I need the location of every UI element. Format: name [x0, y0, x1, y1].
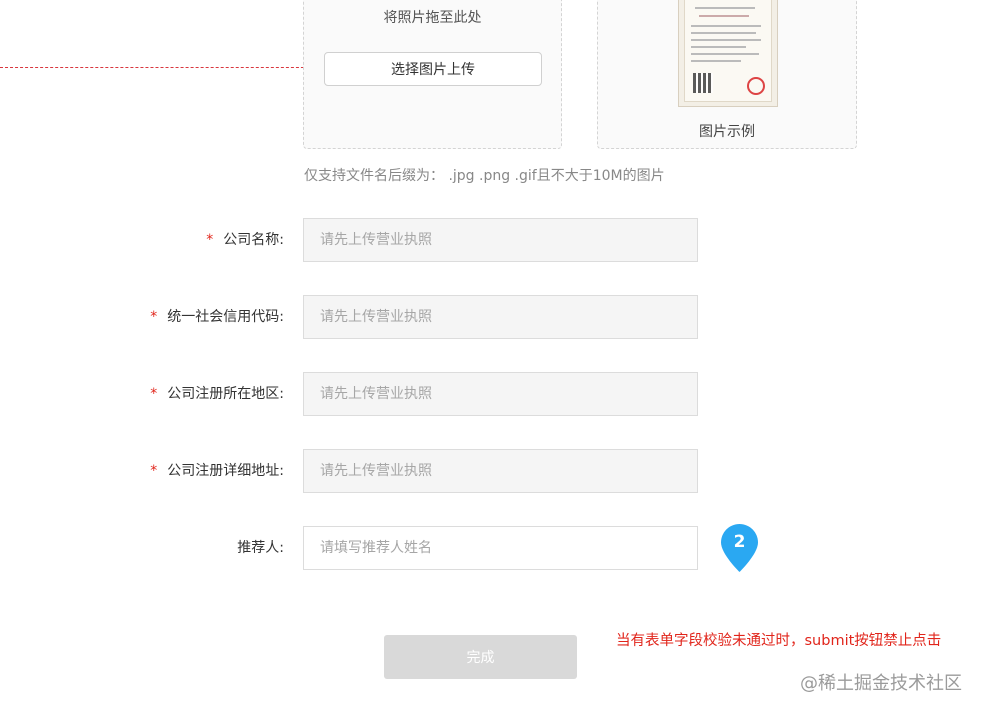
- address-input[interactable]: [303, 449, 698, 493]
- example-caption: 图片示例: [699, 124, 755, 140]
- submit-button[interactable]: 完成: [384, 635, 577, 679]
- annotation-note: 当有表单字段校验未通过时，submit按钮禁止点击: [616, 633, 942, 649]
- credit-code-input[interactable]: [303, 295, 698, 339]
- annotation-dashed-line: [0, 67, 324, 68]
- region-input[interactable]: [303, 372, 698, 416]
- step-marker-pin: 2: [721, 524, 758, 572]
- required-mark: *: [150, 463, 158, 479]
- example-card: 图片示例: [597, 0, 857, 149]
- watermark: @稀土掘金技术社区: [800, 673, 962, 694]
- label-referrer: 推荐人:: [237, 540, 284, 556]
- qr-code-icon: [693, 73, 713, 93]
- upload-image-button[interactable]: 选择图片上传: [324, 52, 542, 86]
- seal-icon: [747, 77, 765, 95]
- upload-format-hint: 仅支持文件名后缀为： .jpg .png .gif且不大于10M的图片: [304, 168, 665, 184]
- license-example-image: [678, 0, 778, 107]
- step-marker-number: 2: [733, 532, 746, 552]
- label-company-name: * 公司名称:: [206, 232, 284, 248]
- upload-drop-text: 将照片拖至此处: [383, 10, 482, 26]
- required-mark: *: [206, 232, 214, 248]
- label-region: * 公司注册所在地区:: [150, 386, 284, 402]
- label-credit-code: * 统一社会信用代码:: [150, 309, 284, 325]
- referrer-input[interactable]: [303, 526, 698, 570]
- label-address: * 公司注册详细地址:: [150, 463, 284, 479]
- required-mark: *: [150, 386, 158, 402]
- company-name-input[interactable]: [303, 218, 698, 262]
- upload-dropzone[interactable]: 将照片拖至此处 选择图片上传: [303, 0, 562, 149]
- required-mark: *: [150, 309, 158, 325]
